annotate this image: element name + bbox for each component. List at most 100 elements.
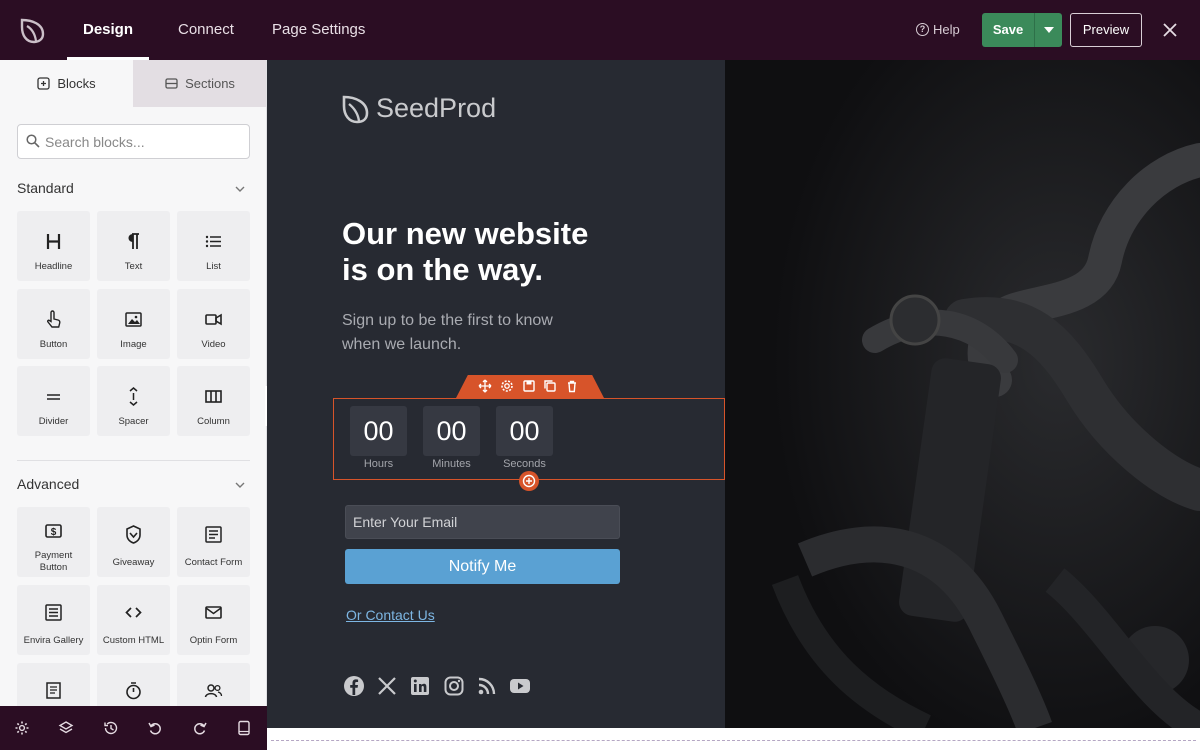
block-envira-gallery[interactable]: Envira Gallery: [17, 585, 90, 655]
help-label: Help: [933, 22, 960, 37]
layers-icon[interactable]: [58, 720, 74, 736]
block-spacer[interactable]: Spacer: [97, 366, 170, 436]
block-label: List: [206, 261, 221, 272]
block-headline[interactable]: Headline: [17, 211, 90, 281]
duplicate-icon[interactable]: [543, 379, 557, 393]
preview-button[interactable]: Preview: [1070, 13, 1142, 47]
block-toolbar: [456, 375, 604, 398]
history-icon[interactable]: [103, 720, 119, 736]
document-icon: [46, 682, 61, 699]
undo-icon[interactable]: [147, 720, 163, 736]
chevron-down-icon: [235, 482, 245, 488]
page-subtext[interactable]: Sign up to be the first to know when we …: [342, 309, 602, 357]
countdown-seconds: 00: [496, 406, 553, 456]
top-bar: Design Connect Page Settings ? Help Save…: [0, 0, 1200, 60]
column-icon: [205, 390, 222, 403]
gallery-icon: [45, 604, 62, 621]
block-partial[interactable]: [177, 663, 250, 706]
block-text[interactable]: Text: [97, 211, 170, 281]
tab-sections-label: Sections: [185, 76, 235, 91]
list-icon: [205, 235, 221, 248]
svg-text:$: $: [51, 527, 57, 538]
subtext-line-2: when we launch.: [342, 336, 462, 353]
tab-blocks-label: Blocks: [57, 76, 96, 91]
block-label: Headline: [34, 261, 73, 272]
device-preview-icon[interactable]: [236, 720, 252, 736]
notify-me-button[interactable]: Notify Me: [345, 549, 620, 584]
block-label: Column: [197, 416, 230, 427]
tab-blocks[interactable]: Blocks: [0, 60, 133, 107]
headline-line-2: is on the way.: [342, 252, 543, 287]
bike-background-image: [725, 60, 1200, 728]
tab-connect[interactable]: Connect: [178, 0, 234, 60]
contact-us-link[interactable]: Or Contact Us: [346, 607, 435, 623]
block-label: Divider: [38, 416, 69, 427]
standard-section-header[interactable]: Standard: [17, 180, 250, 200]
dollar-icon: $: [45, 524, 62, 538]
block-divider[interactable]: Divider: [17, 366, 90, 436]
block-optin-form[interactable]: Optin Form: [177, 585, 250, 655]
giveaway-icon: [126, 525, 141, 544]
seedprod-logo-icon[interactable]: [18, 15, 48, 45]
subtext-line-1: Sign up to be the first to know: [342, 312, 553, 329]
move-icon[interactable]: [478, 379, 492, 393]
trash-icon[interactable]: [565, 379, 579, 393]
block-partial[interactable]: [17, 663, 90, 706]
facebook-icon[interactable]: [343, 675, 365, 697]
tab-design[interactable]: Design: [66, 0, 150, 60]
email-field[interactable]: Enter Your Email: [345, 505, 620, 539]
headline-line-1: Our new website: [342, 216, 589, 251]
video-icon: [205, 313, 222, 326]
block-label: Giveaway: [112, 557, 155, 568]
block-label: Spacer: [118, 416, 149, 427]
block-giveaway[interactable]: Giveaway: [97, 507, 170, 577]
block-label: Contact Form: [184, 557, 243, 568]
save-button[interactable]: Save: [982, 13, 1034, 47]
block-column[interactable]: Column: [177, 366, 250, 436]
block-button[interactable]: Button: [17, 289, 90, 359]
instagram-icon[interactable]: [443, 675, 465, 697]
save-options-dropdown[interactable]: [1034, 13, 1062, 47]
add-block-button[interactable]: [519, 471, 539, 491]
block-list[interactable]: List: [177, 211, 250, 281]
block-label: Custom HTML: [102, 635, 165, 646]
search-input[interactable]: [45, 125, 245, 158]
countdown-seconds-label: Seconds: [503, 458, 546, 470]
block-label-line1: Payment: [34, 550, 73, 561]
block-partial[interactable]: [97, 663, 170, 706]
gear-icon[interactable]: [500, 379, 514, 393]
tab-page-settings[interactable]: Page Settings: [272, 0, 365, 60]
advanced-section-header[interactable]: Advanced: [17, 476, 250, 496]
rss-icon[interactable]: [476, 675, 498, 697]
save-block-icon[interactable]: [522, 379, 536, 393]
block-label: Payment Button: [17, 550, 90, 574]
help-link[interactable]: ? Help: [916, 22, 960, 37]
close-icon[interactable]: [1160, 20, 1180, 40]
blocks-sidebar: Blocks Sections Standard Headline Text L…: [0, 60, 267, 706]
mail-icon: [205, 606, 222, 619]
countdown-minutes: 00: [423, 406, 480, 456]
x-twitter-icon[interactable]: [376, 675, 398, 697]
block-image[interactable]: Image: [97, 289, 170, 359]
block-label: Image: [120, 339, 147, 350]
paragraph-icon: [128, 233, 139, 249]
tab-sections[interactable]: Sections: [133, 60, 266, 107]
block-contact-form[interactable]: Contact Form: [177, 507, 250, 577]
youtube-icon[interactable]: [509, 675, 531, 697]
block-label: Optin Form: [189, 635, 238, 646]
bottom-toolbar: [0, 706, 267, 750]
timer-icon: [126, 682, 141, 700]
seedprod-leaf-icon: [342, 95, 369, 123]
settings-gear-icon[interactable]: [14, 720, 30, 736]
redo-icon[interactable]: [192, 720, 208, 736]
form-icon: [205, 526, 222, 543]
block-payment-button[interactable]: $ Payment Button: [17, 507, 90, 577]
code-icon: [125, 607, 142, 618]
block-label: Envira Gallery: [23, 635, 84, 646]
block-label: Video: [201, 339, 226, 350]
search-icon: [26, 134, 40, 148]
block-video[interactable]: Video: [177, 289, 250, 359]
linkedin-icon[interactable]: [409, 675, 431, 697]
block-custom-html[interactable]: Custom HTML: [97, 585, 170, 655]
page-headline[interactable]: Our new website is on the way.: [342, 216, 642, 288]
